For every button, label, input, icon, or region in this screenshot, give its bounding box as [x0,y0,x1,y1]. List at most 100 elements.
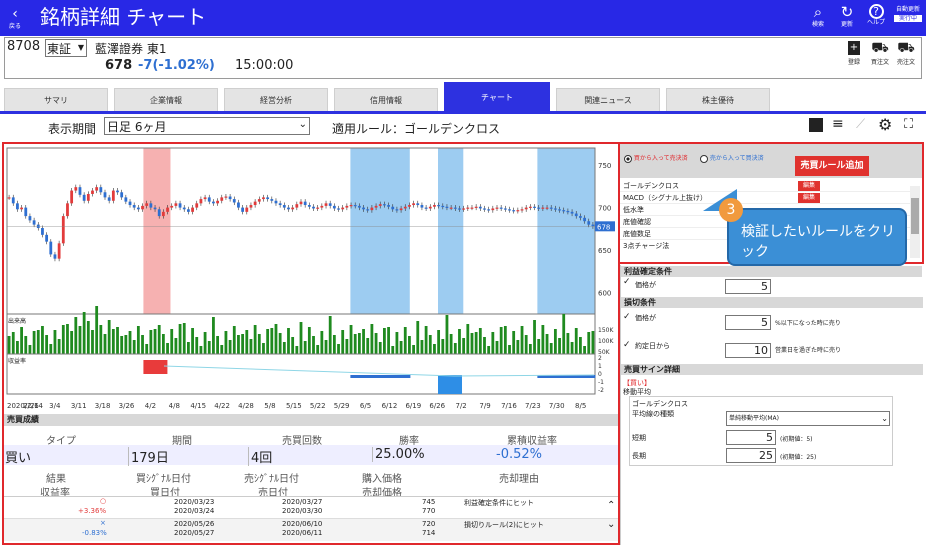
x-tick-label: 7/30 [549,402,565,410]
tab-summary[interactable]: サマリ [4,88,108,113]
add-rule-button[interactable]: 売買ルール追加 [795,156,869,176]
tab-analysis[interactable]: 経営分析 [224,88,328,113]
price-change: -7(-1.02%) [138,58,215,73]
chevron-down-icon[interactable]: ⌄ [607,519,615,530]
ma-type-select[interactable]: 単純移動平均(MA) ⌄ [726,411,890,426]
long-period-input[interactable]: 25 [726,448,776,463]
bar-chart-icon[interactable] [809,118,823,132]
volume-bar [149,330,153,354]
tab-credit[interactable]: 信用情報 [334,88,438,113]
short-period-input[interactable]: 5 [726,430,776,445]
candle-body [316,207,320,209]
profit-tick-label: 2 [598,355,602,362]
rule-item-macd[interactable]: MACD（シグナル上抜け） 編集 [620,192,910,204]
volume-bar [520,326,524,354]
tab-news[interactable]: 関連ニュース [556,88,660,113]
period-select[interactable]: 日足 6ヶ月 ⌄ [104,117,310,135]
gear-icon[interactable]: ⚙ [878,115,892,134]
price-tick-label: 650 [598,247,611,255]
volume-bar [45,335,49,354]
candle-body [107,197,111,201]
page-title: 銘柄詳細 チャート [40,5,207,29]
buy-order-button[interactable]: ⛟ 買注文 [869,41,891,66]
refresh-button[interactable]: ↻ 更新 [837,4,857,29]
price-axis: 750 700 650 600 678 [595,162,615,298]
candle-body [491,208,495,211]
candle-body [41,228,44,235]
table-row[interactable]: ○ +3.36% 2020/03/23 2020/03/24 2020/03/2… [4,497,618,519]
trend-line-icon[interactable]: ⟋ [856,117,865,132]
candle-body [383,204,386,206]
volume-bar [245,330,249,354]
check-icon: ✓ [623,340,631,350]
tab-underline [0,111,926,114]
signal-detail-title: 売買サイン詳細 [621,364,923,375]
list-icon[interactable]: ≡ [832,117,844,131]
rule-list-scrollbar[interactable] [910,186,920,258]
volume-bar [32,331,36,354]
fullscreen-icon[interactable]: ⛶ [904,117,913,132]
table-row[interactable]: × -0.83% 2020/05/26 2020/05/27 2020/06/1… [4,519,618,541]
results-header-row: タイプ 期間 売買回数 勝率 累積収益率 [46,436,557,447]
candle-body [182,207,186,210]
candle-body [78,187,82,195]
volume-bar [212,317,215,354]
profit-tick-label: 0 [598,371,602,378]
chevron-up-icon[interactable]: ⌃ [607,500,615,511]
candle-body [591,224,595,227]
edit-button[interactable]: 編集 [798,181,820,191]
candle-body [303,201,307,206]
sell-order-button[interactable]: ⛟ 売注文 [895,41,917,66]
candle-body [483,208,486,210]
candle-body [53,254,57,259]
candle-body [128,201,132,206]
candle-body [549,207,553,209]
candle-body [99,187,103,193]
tab-benefits[interactable]: 株主優待 [666,88,770,113]
candle-body [412,203,415,206]
market-select[interactable]: 東証 ▼ [45,39,87,57]
volume-bar [508,345,511,354]
basket-icon: ⛟ [897,40,915,56]
volume-bar [66,324,69,354]
tab-chart[interactable]: チャート [444,82,550,113]
search-button[interactable]: ⌕ 検索 [808,4,828,29]
x-tick-label: 3/4 [49,402,61,410]
candle-body [391,206,395,210]
help-button[interactable]: ? ヘルプ [864,4,888,26]
candle-body [28,216,32,221]
volume-bar [120,336,124,354]
candle-body [566,210,570,213]
candle-body [324,203,328,206]
volume-bar [132,340,136,354]
volume-bar [483,337,486,354]
volume-bar [78,326,82,354]
volume-bar [391,346,395,354]
auto-update-toggle[interactable]: 自動更新 実行中 [894,6,922,22]
radio-sell-first[interactable]: 売から入って買決済 [700,153,764,163]
volume-bar [453,343,457,354]
x-tick-label: 8/5 [575,402,586,410]
x-tick-label: 3/11 [71,402,87,410]
edit-button[interactable]: 編集 [798,193,820,203]
stop-days-input[interactable]: 10 [725,343,771,358]
register-button[interactable]: + 登録 [845,41,863,66]
stop-loss-input[interactable]: 5 [725,315,771,330]
volume-bar [474,332,478,354]
candle-body [503,208,507,210]
chevron-down-icon: ⌄ [881,414,888,423]
tab-company[interactable]: 企業情報 [114,88,218,113]
volume-bar [116,327,119,354]
candle-body [378,204,382,206]
candle-body [32,220,36,225]
candle-body [11,197,15,204]
scrollbar-thumb[interactable] [911,198,919,234]
volume-bar [370,324,374,354]
radio-buy-first[interactable]: 買から入って売決済 [624,153,688,163]
volume-bar [558,338,561,354]
take-profit-input[interactable]: 5 [725,279,771,294]
rule-item-golden-cross[interactable]: ゴールデンクロス 編集 [620,180,910,192]
back-button[interactable]: ‹ 戻る [6,6,24,30]
candle-body [416,203,420,206]
volume-bar [570,342,574,354]
